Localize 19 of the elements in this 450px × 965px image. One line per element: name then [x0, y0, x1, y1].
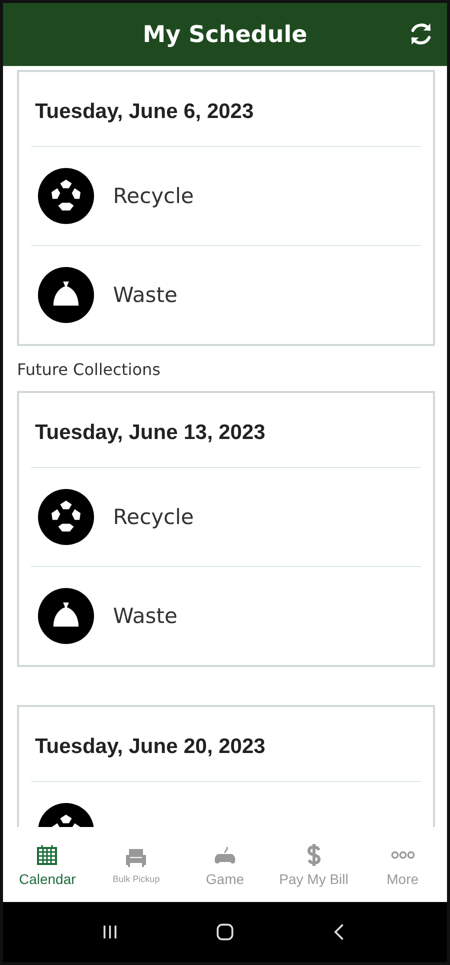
collection-date: Tuesday, June 20, 2023 — [31, 707, 421, 782]
home-icon[interactable] — [214, 921, 236, 943]
collection-type: Recycle — [113, 184, 194, 208]
section-heading: Future Collections — [17, 359, 162, 381]
collection-date: Tuesday, June 13, 2023 — [31, 393, 421, 468]
trash-bag-icon — [37, 266, 95, 324]
tab-bar-item[interactable]: Calendar — [4, 842, 90, 886]
collection-type: Waste — [113, 283, 178, 307]
collection-date: Tuesday, June 6, 2023 — [31, 72, 421, 147]
tab-bar-item[interactable]: More — [360, 842, 446, 886]
trash-bag-icon — [37, 587, 95, 645]
calendar-icon — [35, 842, 60, 866]
tab-bar-item[interactable]: Bulk Pickup — [93, 846, 180, 884]
tab-bar-item[interactable]: Game — [182, 842, 268, 886]
collection-type: Recycle — [113, 505, 194, 529]
collection-type: Waste — [113, 604, 178, 628]
screen-title: My Schedule — [142, 22, 308, 48]
more-icon — [390, 850, 415, 858]
tab-bar-item[interactable]: Pay My Bill — [270, 842, 357, 886]
